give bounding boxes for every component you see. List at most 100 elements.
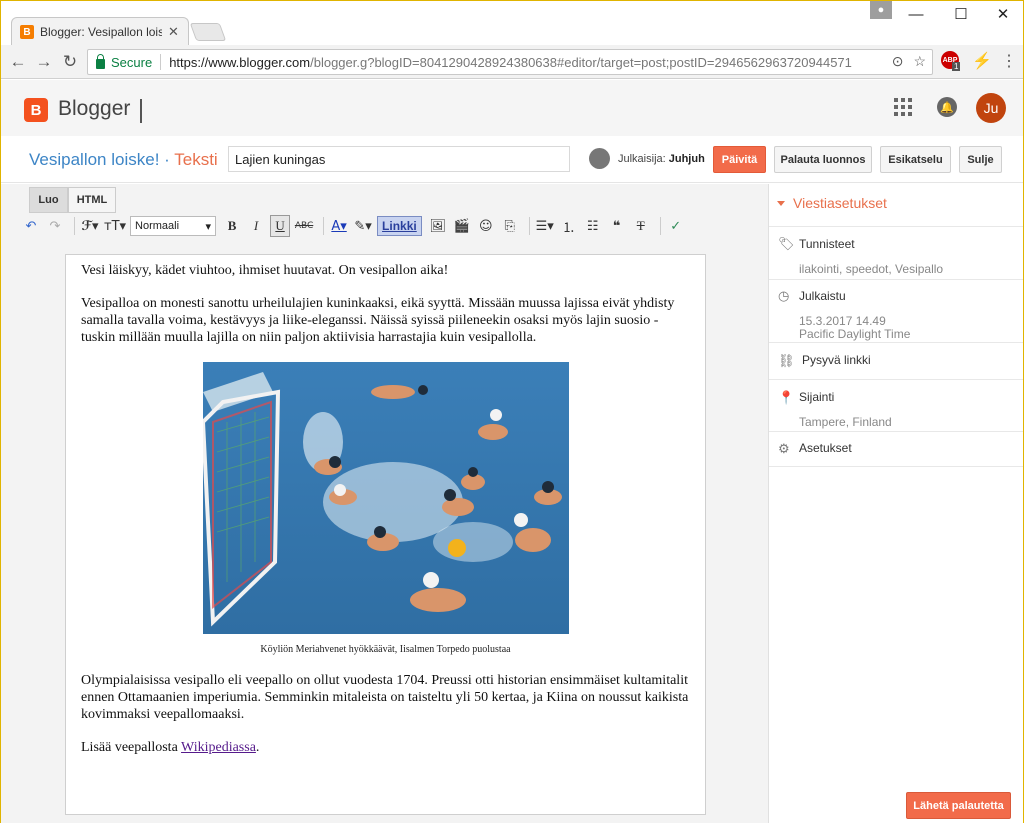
format-value: Normaali	[135, 220, 180, 232]
link-icon: ⛓	[778, 353, 795, 368]
browser-tab[interactable]: B Blogger: Vesipallon loiske ✕	[11, 17, 189, 46]
title-separator: ·	[159, 150, 175, 169]
new-tab-button[interactable]	[189, 23, 227, 41]
spellcheck-icon[interactable]: ✓	[666, 215, 686, 237]
numbered-list-icon[interactable]: ⒈	[559, 215, 579, 237]
quote-icon[interactable]: ❝	[607, 215, 627, 237]
tab-close-icon[interactable]: ✕	[168, 24, 179, 40]
blogger-logo-icon[interactable]: B	[24, 98, 48, 122]
image-caption: Köyliön Meriahvenet hyökkäävät, Iisalmen…	[260, 644, 511, 655]
location-value: Tampere, Finland	[799, 415, 892, 429]
close-window-icon[interactable]: ✕	[988, 3, 1018, 25]
notifications-bell-icon[interactable]: 🔔	[937, 97, 957, 117]
insert-image-icon[interactable]: 🖼	[428, 215, 448, 237]
lock-icon	[96, 53, 105, 69]
apps-grid-icon[interactable]	[894, 98, 912, 116]
location-target-icon[interactable]: ⊙	[892, 53, 904, 70]
maximize-icon[interactable]: ☐	[946, 3, 976, 25]
toolbar-divider	[323, 217, 325, 235]
bold-icon[interactable]: B	[222, 215, 242, 237]
more-suffix: .	[255, 740, 260, 755]
published-timezone: Pacific Daylight Time	[799, 327, 911, 341]
adblock-badge: 1	[952, 62, 961, 71]
published-section[interactable]: ◷ Julkaistu 15.3.2017 14.49 Pacific Dayl…	[769, 279, 1023, 342]
redo-icon[interactable]: ↷	[45, 215, 65, 237]
extension-lightning-icon[interactable]: ⚡	[972, 51, 992, 71]
link-button[interactable]: Linkki	[377, 216, 422, 236]
labels-section[interactable]: 🏷 Tunnisteet ilakointi, speedot, Vesipal…	[769, 226, 1023, 279]
chevron-down-icon: ▾	[205, 220, 212, 233]
paragraph-intro: Vesi läiskyy, kädet viuhtoo, ihmiset huu…	[81, 263, 449, 278]
send-feedback-button[interactable]: Lähetä palautetta	[906, 792, 1011, 819]
toolbar-divider	[74, 217, 75, 235]
post-settings-title: Viestiasetukset	[793, 195, 887, 211]
bookmark-star-icon[interactable]: ☆	[913, 53, 926, 70]
paragraph-olympics: Olympialaisissa vesipallo eli veepallo o…	[81, 673, 689, 722]
toolbar-divider	[528, 217, 530, 235]
url-path: /blogger.g?blogID=8041290428924380638#ed…	[310, 54, 852, 70]
address-bar-row: ← → ↻ Secure https://www.blogger.com/blo…	[1, 45, 1023, 79]
image-figure: Köyliön Meriahvenet hyökkäävät, Iisalmen…	[81, 362, 690, 658]
labels-value: ilakointi, speedot, Vesipallo	[799, 262, 944, 276]
account-avatar[interactable]: Ju	[976, 93, 1006, 123]
post-title-input[interactable]	[228, 146, 570, 172]
post-body-editor[interactable]: Vesi läiskyy, kädet viuhtoo, ihmiset huu…	[65, 254, 706, 815]
remove-formatting-icon[interactable]: T	[631, 215, 651, 237]
align-icon[interactable]: ☰▾	[535, 215, 555, 237]
back-icon[interactable]: ←	[7, 51, 29, 73]
paragraph-more: Lisää veepallosta Wikipediassa.	[81, 739, 690, 756]
italic-icon[interactable]: I	[246, 215, 266, 237]
underline-icon[interactable]: U	[270, 215, 291, 237]
undo-icon[interactable]: ↶	[21, 215, 41, 237]
author-name: Juhjuh	[668, 153, 705, 165]
location-section[interactable]: 📍 Sijainti Tampere, Finland	[769, 379, 1023, 431]
clock-icon: ◷	[778, 288, 790, 303]
tag-icon: 🏷	[778, 236, 795, 251]
published-title: Julkaistu	[799, 289, 846, 303]
html-mode-button[interactable]: HTML	[68, 187, 116, 213]
blogger-favicon-icon: B	[20, 25, 34, 39]
tab-strip: B Blogger: Vesipallon loiske ✕ ● — ☐ ✕	[1, 1, 1023, 46]
water-polo-photo[interactable]	[202, 362, 569, 634]
blog-title[interactable]: Vesipallon loiske! · Teksti	[29, 150, 218, 170]
text-color-icon[interactable]: A▾	[329, 215, 349, 237]
revert-draft-button[interactable]: Palauta luonnos	[774, 146, 872, 173]
minimize-icon[interactable]: —	[901, 3, 931, 25]
url-host: https://www.blogger.com	[169, 54, 311, 70]
format-select[interactable]: Normaali ▾	[130, 216, 217, 236]
paragraph-main: Vesipalloa on monesti sanottu urheilulaj…	[81, 296, 675, 345]
omnibox-icons: ⊙ ☆	[892, 53, 926, 70]
header-divider	[140, 99, 142, 123]
jump-break-icon[interactable]: ⎘	[500, 215, 520, 237]
url-input[interactable]: Secure https://www.blogger.com/blogger.g…	[87, 49, 933, 75]
blogger-brand[interactable]: Blogger	[58, 97, 130, 121]
bulleted-list-icon[interactable]: ☷	[583, 215, 603, 237]
close-button[interactable]: Sulje	[959, 146, 1002, 173]
wikipedia-link[interactable]: Wikipediassa	[181, 740, 256, 755]
secure-label: Secure	[111, 54, 153, 70]
font-family-icon[interactable]: ℱ▾	[80, 215, 100, 237]
gear-icon: ⚙	[778, 441, 790, 456]
settings-title: Asetukset	[799, 441, 852, 455]
forward-icon[interactable]: →	[33, 51, 55, 73]
permalink-section[interactable]: ⛓ Pysyvä linkki	[769, 342, 1023, 379]
update-button[interactable]: Päivitä	[713, 146, 766, 173]
blogger-header	[1, 80, 1023, 136]
settings-section[interactable]: ⚙ Asetukset	[769, 431, 1023, 467]
insert-video-icon[interactable]: 🎬	[452, 215, 472, 237]
compose-mode-button[interactable]: Luo	[29, 187, 68, 213]
font-size-icon[interactable]: ᴛT▾	[104, 215, 126, 237]
strikethrough-icon[interactable]: ABC	[294, 215, 314, 237]
browser-menu-icon[interactable]: ⋮	[1001, 51, 1017, 71]
preview-button[interactable]: Esikatselu	[880, 146, 951, 173]
highlight-color-icon[interactable]: ✎▾	[353, 215, 373, 237]
blog-name: Vesipallon loiske!	[29, 150, 160, 169]
reload-icon[interactable]: ↻	[59, 51, 81, 73]
labels-title: Tunnisteet	[799, 237, 855, 251]
omnibox-divider	[160, 54, 162, 70]
permalink-title: Pysyvä linkki	[802, 353, 871, 367]
emoji-icon[interactable]: ☺	[476, 215, 496, 237]
profile-icon[interactable]: ●	[870, 1, 892, 19]
post-settings-heading[interactable]: Viestiasetukset	[777, 195, 887, 211]
browser-window: B Blogger: Vesipallon loiske ✕ ● — ☐ ✕ ←…	[0, 0, 1024, 823]
